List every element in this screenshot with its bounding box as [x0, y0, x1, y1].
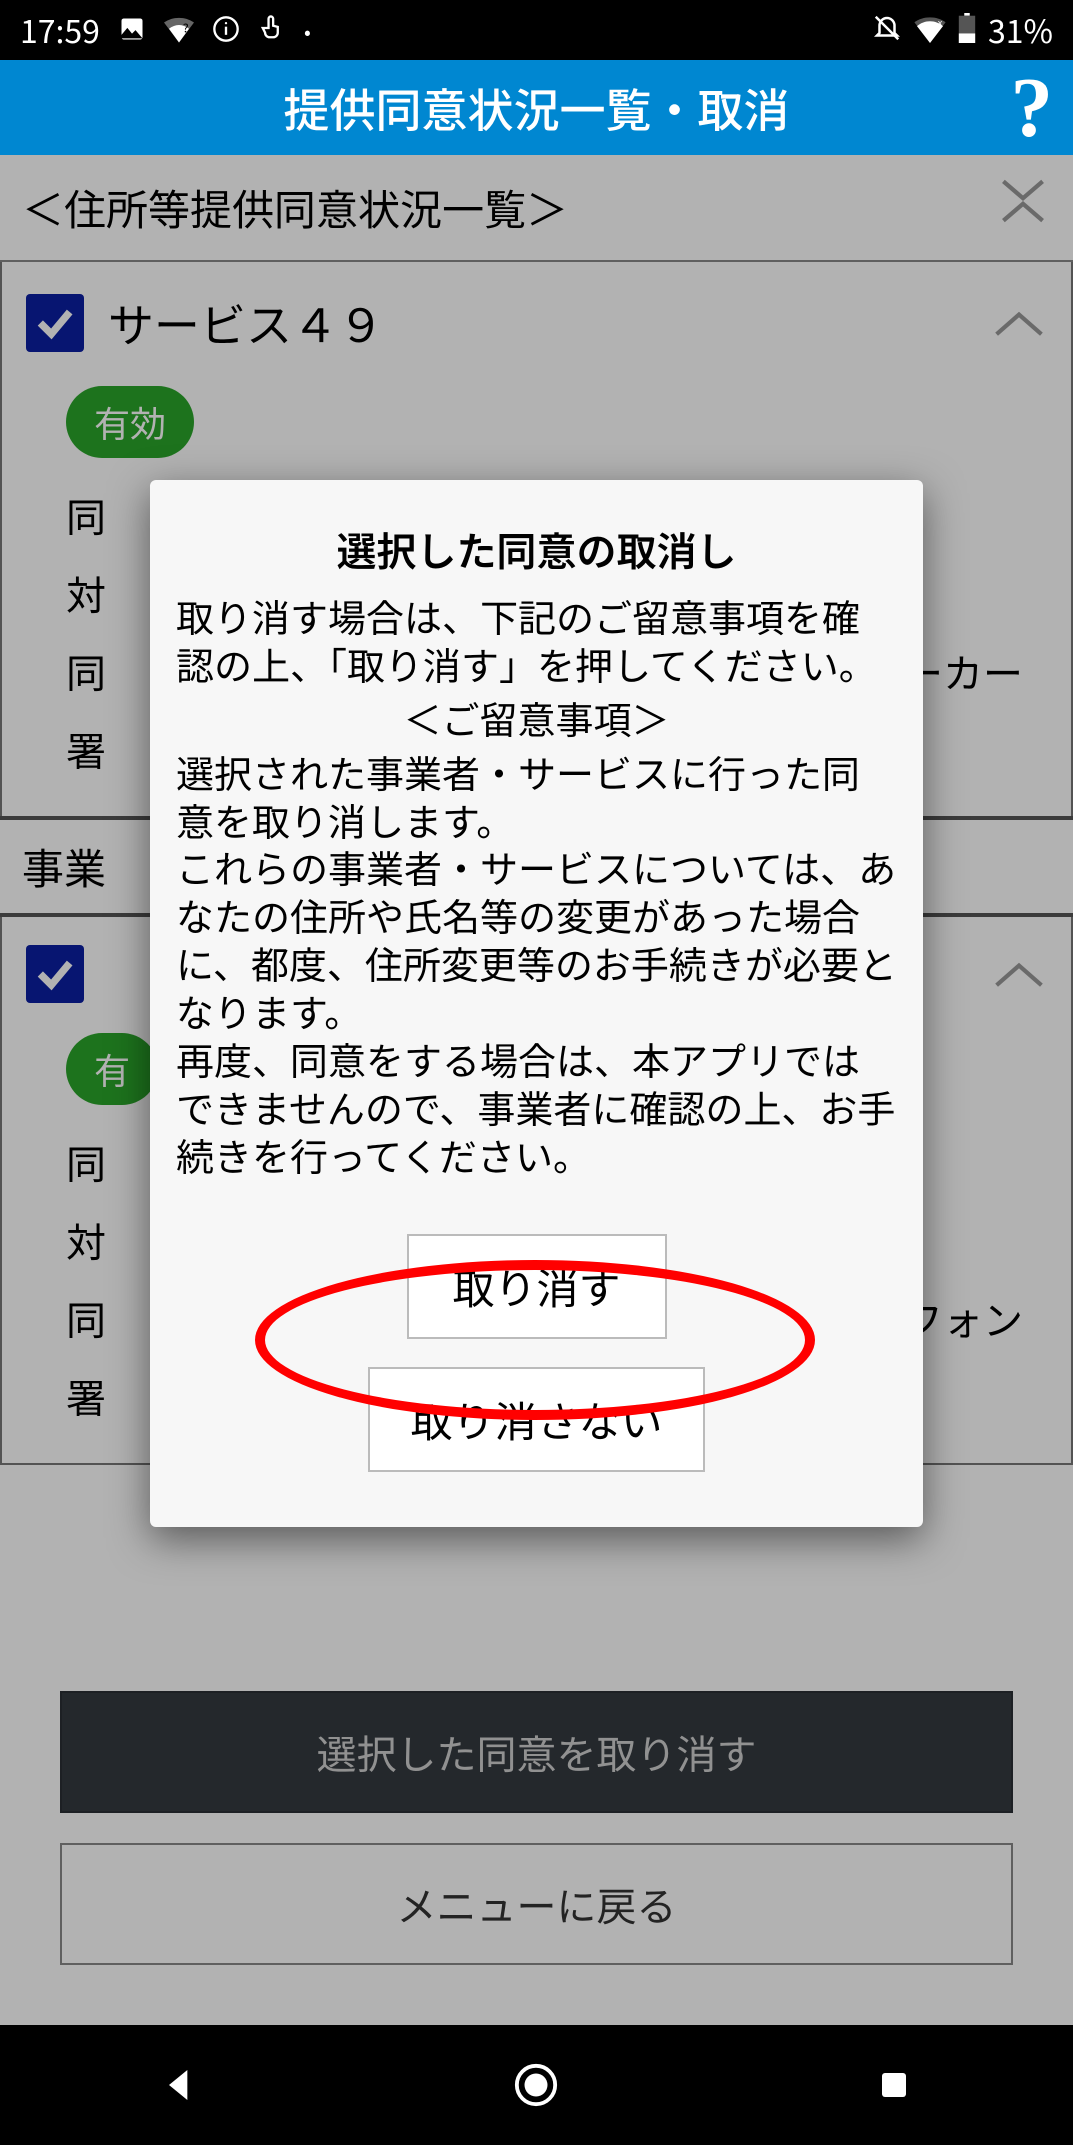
wifi-unknown-icon: ?: [164, 7, 194, 53]
nav-home-button[interactable]: [506, 2055, 566, 2115]
dismiss-button[interactable]: 取り消さない: [368, 1367, 704, 1472]
help-icon[interactable]: ?: [1011, 59, 1054, 157]
confirm-cancel-button[interactable]: 取り消す: [407, 1234, 667, 1339]
dialog-text: 選択された事業者・サービスに行った同意を取り消します。: [176, 748, 897, 844]
svg-text:?: ?: [183, 18, 189, 37]
dialog-title: 選択した同意の取消し: [176, 520, 897, 578]
touch-icon: [258, 7, 286, 53]
app-header: 提供同意状況一覧・取消 ?: [0, 60, 1073, 155]
nav-recents-button[interactable]: [864, 2055, 924, 2115]
dialog-text: これらの事業者・サービスについては、あなたの住所や氏名等の変更があった場合に、都…: [176, 843, 897, 1035]
dialog-text: 再度、同意をする場合は、本アプリではできませんので、事業者に確認の上、お手続きを…: [176, 1035, 897, 1179]
wifi-icon: x: [914, 7, 946, 53]
info-icon: [212, 7, 240, 53]
android-status-bar: 17:59 ? • x 31%: [0, 0, 1073, 60]
svg-text:x: x: [938, 17, 943, 29]
image-icon: [118, 7, 146, 53]
dnd-icon: [872, 7, 902, 53]
dot-icon: •: [304, 16, 311, 45]
confirm-dialog: 選択した同意の取消し 取り消す場合は、下記のご留意事項を確認の上、「取り消す」を…: [150, 480, 923, 1527]
header-title: 提供同意状況一覧・取消: [284, 75, 790, 141]
android-nav-bar: [0, 2025, 1073, 2145]
dialog-text: 取り消す場合は、下記のご留意事項を確認の上、「取り消す」を押してください。: [176, 592, 897, 688]
battery-icon: [958, 7, 976, 53]
battery-percent: 31%: [988, 7, 1053, 53]
status-time: 17:59: [20, 7, 100, 53]
dialog-notes-label: ＜ご留意事項＞: [176, 694, 897, 742]
nav-back-button[interactable]: [149, 2055, 209, 2115]
